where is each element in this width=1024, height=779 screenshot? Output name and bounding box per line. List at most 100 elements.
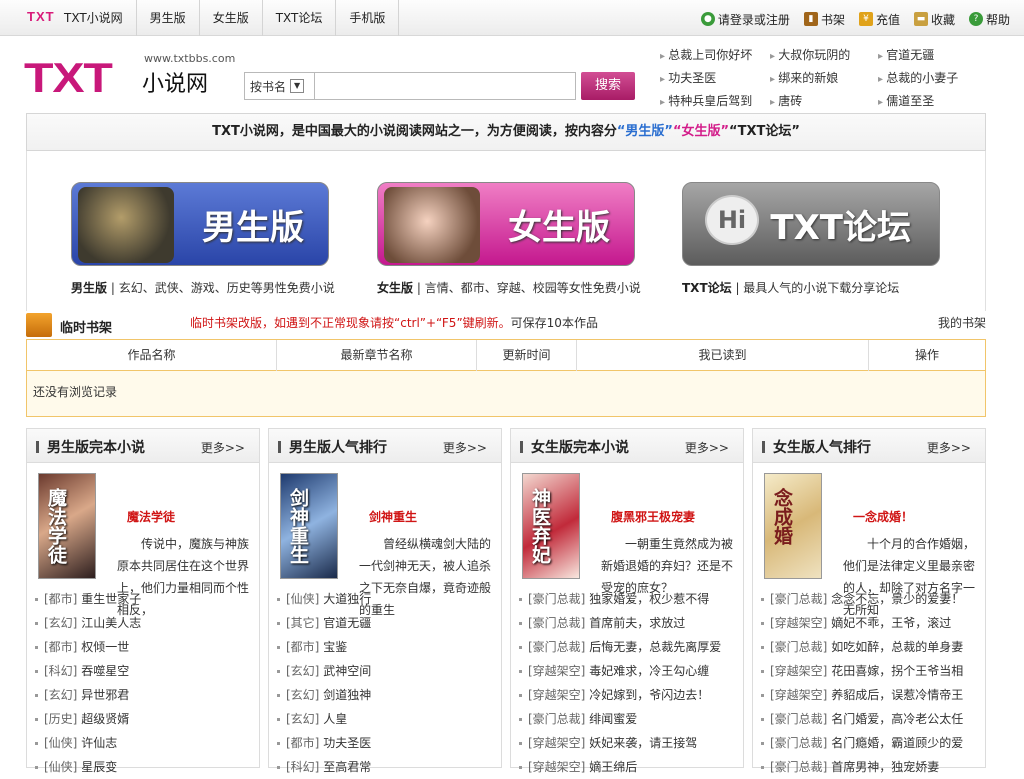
hot-link[interactable]: 儒道至圣 [878, 92, 990, 109]
bullet-icon [519, 646, 522, 649]
item-title: 武神空间 [323, 664, 372, 678]
hot-link[interactable]: 总裁的小妻子 [878, 69, 990, 86]
list-item[interactable]: [都市] 权倾一世 [35, 635, 257, 659]
featured-title[interactable]: 一念成婚！ [853, 508, 913, 525]
site-logo[interactable]: TXT 小说网 www.txtbbs.com [24, 52, 235, 99]
list-item[interactable]: [豪门总裁] 后悔无妻，总裁先离厚爱 [519, 635, 741, 659]
hot-link[interactable]: 功夫圣医 [660, 69, 770, 86]
book-cover[interactable]: 魔法学徒 [38, 473, 96, 579]
recharge-link[interactable]: ¥ 充值 [858, 11, 900, 28]
box-header: 男生版人气排行 更多>> [269, 429, 501, 463]
list-item[interactable]: [其它] 官道无疆 [277, 611, 499, 635]
boy-section-button[interactable]: 男生版 [71, 182, 329, 266]
bookshelf-label: 书架 [820, 12, 845, 27]
nav-home[interactable]: TXT小说网 [0, 0, 137, 36]
favorite-link[interactable]: ▬ 收藏 [913, 11, 955, 28]
top-nav: TXT小说网 男生版 女生版 TXT论坛 手机版 [0, 0, 400, 36]
item-title: 妖妃来袭，请王接驾 [589, 736, 698, 750]
nav-forum[interactable]: TXT论坛 [263, 0, 337, 36]
list-item[interactable]: [历史] 超级贤婿 [35, 707, 257, 731]
bullet-icon [761, 622, 764, 625]
hot-link[interactable]: 官道无疆 [878, 46, 990, 63]
list-item[interactable]: [穿越架空] 养貂成后，误惹冷情帝王 [761, 683, 983, 707]
list-item[interactable]: [豪门总裁] 首席男神，独宠娇妻 [761, 755, 983, 779]
list-item[interactable]: [豪门总裁] 如吃如醉，总裁的单身妻 [761, 635, 983, 659]
list-item[interactable]: [都市] 重生世家子 [35, 587, 257, 611]
item-category: [玄幻] [286, 664, 320, 678]
girl-section-button[interactable]: 女生版 [377, 182, 635, 266]
boy-desc-label[interactable]: 男生版 [71, 281, 107, 295]
list-item[interactable]: [豪门总裁] 首席前夫，求放过 [519, 611, 741, 635]
list-item[interactable]: [穿越架空] 冷妃嫁到，爷闪边去！ [519, 683, 741, 707]
list-item[interactable]: [穿越架空] 妖妃来袭，请王接驾 [519, 731, 741, 755]
list-item[interactable]: [穿越架空] 嫡王绵后 [519, 755, 741, 779]
featured-title[interactable]: 剑神重生 [369, 508, 417, 525]
list-item[interactable]: [穿越架空] 花田喜嫁，拐个王爷当相 [761, 659, 983, 683]
help-link[interactable]: ? 帮助 [968, 11, 1010, 28]
search-input[interactable] [315, 73, 575, 99]
nav-boy[interactable]: 男生版 [137, 0, 200, 36]
more-link[interactable]: 更多>> [201, 439, 245, 456]
item-title: 超级贤婿 [81, 712, 130, 726]
list-item[interactable]: [玄幻] 剑道独神 [277, 683, 499, 707]
item-category: [豪门总裁] [528, 640, 586, 654]
list-item[interactable]: [仙侠] 许仙志 [35, 731, 257, 755]
book-cover[interactable]: 神医弃妃 [522, 473, 580, 579]
hot-link[interactable]: 特种兵皇后驾到 [660, 92, 770, 109]
list-item[interactable]: [豪门总裁] 独家婚爱，权少惹不得 [519, 587, 741, 611]
featured-title[interactable]: 腹黑邪王极宠妻 [611, 508, 695, 525]
recharge-icon: ¥ [858, 12, 873, 26]
bookshelf-link[interactable]: ▮ 书架 [803, 11, 845, 28]
forum-section-button[interactable]: Hi TXT论坛 [682, 182, 940, 266]
login-link[interactable]: ● 请登录或注册 [700, 11, 790, 28]
item-category: [豪门总裁] [528, 592, 586, 606]
nav-mobile[interactable]: 手机版 [336, 0, 400, 36]
bullet-icon [277, 646, 280, 649]
list-item[interactable]: [豪门总裁] 绯闻蜜爱 [519, 707, 741, 731]
list-item[interactable]: [科幻] 吞噬星空 [35, 659, 257, 683]
item-category: [都市] [286, 640, 320, 654]
boy-banner-image [78, 187, 174, 263]
bullet-icon [35, 622, 38, 625]
featured-title[interactable]: 魔法学徒 [127, 508, 175, 525]
shelf-header: 临时书架 临时书架改版，如遇到不正常现象请按“ctrl”+“F5”键刷新。可保存… [26, 311, 986, 339]
list-item[interactable]: [玄幻] 异世邪君 [35, 683, 257, 707]
box-title: 男生版完本小说 [47, 440, 145, 456]
list-item[interactable]: [豪门总裁] 名门婚爱，高冷老公太任 [761, 707, 983, 731]
list-item[interactable]: [豪门总裁] 念念不忘，景少的爱妻！ [761, 587, 983, 611]
hot-link[interactable]: 总裁上司你好坏 [660, 46, 770, 63]
nav-girl[interactable]: 女生版 [200, 0, 263, 36]
header-bar-mark [278, 441, 281, 453]
hot-link[interactable]: 绑来的新娘 [770, 69, 878, 86]
list-item[interactable]: [都市] 宝鉴 [277, 635, 499, 659]
my-shelf-link[interactable]: 我的书架 [938, 314, 986, 331]
more-link[interactable]: 更多>> [927, 439, 971, 456]
featured-book: 魔法学徒 魔法学徒 传说中，魔族与神族原本共同居住在这个世界上，他们力量相同而个… [27, 463, 259, 617]
book-cover[interactable]: 念成婚 [764, 473, 822, 579]
list-item[interactable]: [仙侠] 星辰变 [35, 755, 257, 779]
featured-book: 神医弃妃 腹黑邪王极宠妻 一朝重生竟然成为被新婚退婚的弃妇？还是不受宠的庶女？ [511, 463, 743, 595]
box-title: 女生版完本小说 [531, 440, 629, 456]
item-category: [豪门总裁] [528, 616, 586, 630]
search-type-select[interactable]: 按书名 ▼ [245, 73, 315, 99]
list-item[interactable]: [都市] 功夫圣医 [277, 731, 499, 755]
list-item[interactable]: [玄幻] 武神空间 [277, 659, 499, 683]
list-item[interactable]: [仙侠] 大道独行 [277, 587, 499, 611]
girl-desc-label[interactable]: 女生版 [377, 281, 413, 295]
list-item[interactable]: [豪门总裁] 名门瘾婚，霸道顾少的爱 [761, 731, 983, 755]
hot-link[interactable]: 唐砖 [770, 92, 878, 109]
forum-desc-label[interactable]: TXT论坛 [682, 281, 732, 295]
hot-link[interactable]: 大叔你玩阴的 [770, 46, 878, 63]
list-item[interactable]: [玄幻] 人皇 [277, 707, 499, 731]
item-category: [穿越架空] [770, 688, 828, 702]
book-cover[interactable]: 剑神重生 [280, 473, 338, 579]
item-title: 许仙志 [81, 736, 118, 750]
list-item[interactable]: [穿越架空] 嫡妃不乖，王爷，滚过 [761, 611, 983, 635]
search-button[interactable]: 搜索 [581, 72, 635, 100]
more-link[interactable]: 更多>> [685, 439, 729, 456]
list-item[interactable]: [玄幻] 江山美人志 [35, 611, 257, 635]
list-item[interactable]: [科幻] 至高君常 [277, 755, 499, 779]
list-item[interactable]: [穿越架空] 毒妃难求，冷王勾心缠 [519, 659, 741, 683]
item-title: 养貂成后，误惹冷情帝王 [831, 688, 964, 702]
more-link[interactable]: 更多>> [443, 439, 487, 456]
